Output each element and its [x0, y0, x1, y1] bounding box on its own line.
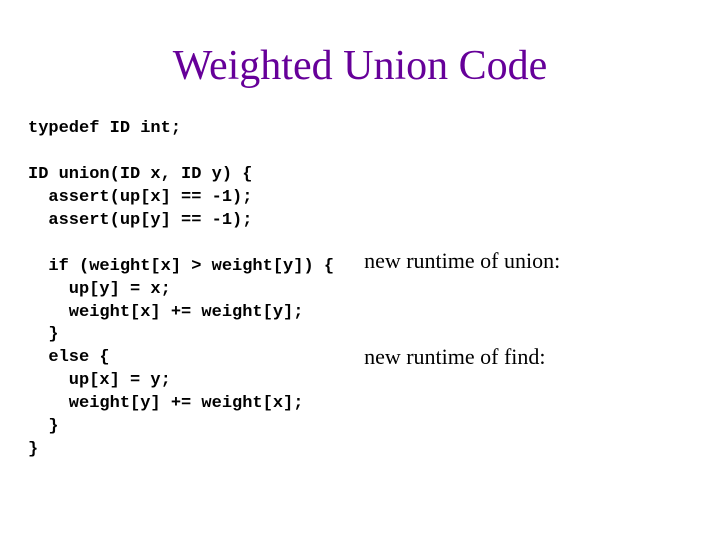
code-block: typedef ID int; ID union(ID x, ID y) { a… — [28, 118, 334, 462]
notes-column: new runtime of union: new runtime of fin… — [334, 118, 692, 440]
note-union-runtime: new runtime of union: — [364, 248, 692, 274]
content-row: typedef ID int; ID union(ID x, ID y) { a… — [28, 118, 692, 462]
note-find-runtime: new runtime of find: — [364, 344, 692, 370]
slide-title: Weighted Union Code — [28, 42, 692, 90]
slide: Weighted Union Code typedef ID int; ID u… — [0, 0, 720, 540]
